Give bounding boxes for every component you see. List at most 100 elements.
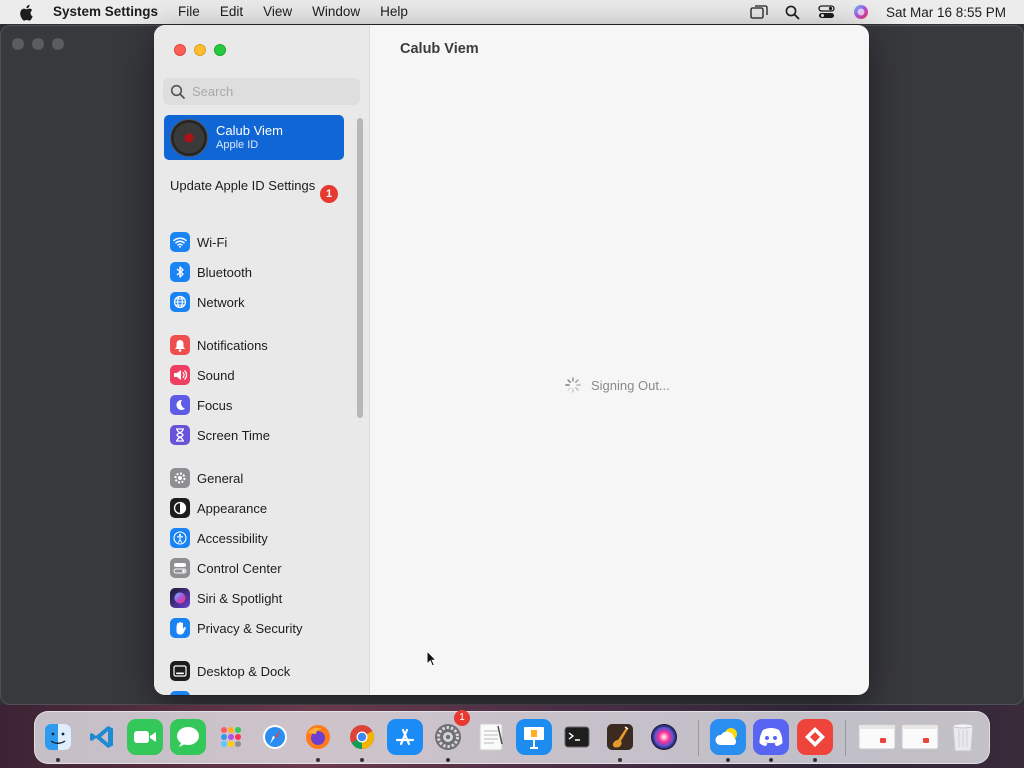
dock-app-keynote[interactable] bbox=[516, 719, 552, 755]
menu-app-name[interactable]: System Settings bbox=[52, 0, 168, 24]
running-indicator bbox=[769, 758, 773, 762]
dock-app-launchpad[interactable] bbox=[213, 719, 249, 755]
spinner-icon bbox=[564, 376, 582, 394]
sidebar-item-siri-spotlight[interactable]: Siri & Spotlight bbox=[170, 586, 350, 610]
window-thumbnail-icon bbox=[901, 722, 939, 752]
sidebar-item-sound[interactable]: Sound bbox=[170, 363, 350, 387]
sidebar-item-wifi[interactable]: Wi-Fi bbox=[170, 230, 350, 254]
dock-app-window-thumbnail[interactable] bbox=[900, 719, 940, 755]
dock: 1 bbox=[34, 710, 990, 764]
accessibility-icon bbox=[170, 528, 190, 548]
background-minimize-button[interactable] bbox=[32, 38, 44, 50]
dock-app-garageband[interactable] bbox=[602, 719, 638, 755]
screen-mirroring-icon[interactable] bbox=[742, 0, 776, 24]
dock-app-anydesk[interactable] bbox=[797, 719, 833, 755]
sidebar-item-label: Network bbox=[197, 294, 245, 310]
sidebar-item-screen-time[interactable]: Screen Time bbox=[170, 423, 350, 447]
update-apple-id-settings[interactable]: Update Apple ID Settings bbox=[170, 178, 345, 194]
dock-app-firefox[interactable] bbox=[300, 719, 336, 755]
apple-menu-icon[interactable] bbox=[0, 0, 52, 24]
sidebar-item-label: Siri & Spotlight bbox=[197, 590, 283, 606]
menu-bar: System Settings File Edit View Window He… bbox=[0, 0, 1024, 24]
search-icon bbox=[170, 84, 186, 100]
garageband-icon bbox=[606, 723, 634, 751]
hand-icon bbox=[170, 618, 190, 638]
sidebar-item-focus[interactable]: Focus bbox=[170, 393, 350, 417]
running-indicator bbox=[618, 758, 622, 762]
dock-app-chrome[interactable] bbox=[344, 719, 380, 755]
dock-separator bbox=[845, 720, 846, 756]
sidebar-item-appearance[interactable]: Appearance bbox=[170, 496, 350, 520]
update-badge: 1 bbox=[320, 185, 338, 203]
running-indicator bbox=[56, 758, 60, 762]
textedit-icon bbox=[477, 722, 505, 752]
sidebar-item-desktop-dock[interactable]: Desktop & Dock bbox=[170, 659, 350, 683]
page-title: Calub Viem bbox=[400, 41, 479, 57]
menu-window[interactable]: Window bbox=[302, 0, 370, 24]
speaker-icon bbox=[170, 365, 190, 385]
sidebar-item-label: Bluetooth bbox=[197, 264, 252, 280]
dock-app-discord[interactable] bbox=[753, 719, 789, 755]
anydesk-icon bbox=[802, 724, 828, 750]
dock-app-siri[interactable] bbox=[646, 719, 682, 755]
sidebar-item-label: Focus bbox=[197, 397, 233, 413]
dock-app-messages[interactable] bbox=[170, 719, 206, 755]
dock-app-finder[interactable] bbox=[40, 719, 76, 755]
settings-icon bbox=[433, 722, 463, 752]
sidebar-item-network[interactable]: Network bbox=[170, 290, 350, 314]
account-subtitle: Apple ID bbox=[216, 139, 259, 151]
dock-app-trash[interactable] bbox=[945, 719, 981, 755]
sidebar-item-label: Screen Time bbox=[197, 427, 270, 443]
search-placeholder: Search bbox=[192, 84, 234, 99]
keynote-icon bbox=[520, 723, 548, 751]
close-button[interactable] bbox=[174, 44, 186, 56]
discord-icon bbox=[758, 727, 784, 747]
sidebar-item-privacy-security[interactable]: Privacy & Security bbox=[170, 616, 350, 640]
zoom-button[interactable] bbox=[214, 44, 226, 56]
menu-edit[interactable]: Edit bbox=[210, 0, 253, 24]
mouse-cursor-icon bbox=[426, 649, 438, 673]
menu-help[interactable]: Help bbox=[370, 0, 418, 24]
dock-app-facetime[interactable] bbox=[127, 719, 163, 755]
sidebar-item-label: Notifications bbox=[197, 337, 268, 353]
menu-clock[interactable]: Sat Mar 16 8:55 PM bbox=[878, 5, 1024, 20]
dock-app-weather[interactable] bbox=[710, 719, 746, 755]
account-name: Calub Viem bbox=[216, 123, 283, 138]
search-field[interactable]: Search bbox=[163, 78, 360, 105]
dock-icon bbox=[170, 661, 190, 681]
spotlight-search-icon[interactable] bbox=[776, 0, 810, 24]
sidebar-item-bluetooth[interactable]: Bluetooth bbox=[170, 260, 350, 284]
background-zoom-button[interactable] bbox=[52, 38, 64, 50]
bell-icon bbox=[170, 335, 190, 355]
sidebar-item-notifications[interactable]: Notifications bbox=[170, 333, 350, 357]
apple-id-account[interactable]: Calub Viem Apple ID bbox=[164, 115, 344, 160]
sidebar-item-general[interactable]: General bbox=[170, 466, 350, 490]
sidebar-item-control-center[interactable]: Control Center bbox=[170, 556, 350, 580]
dock-app-textedit[interactable] bbox=[473, 719, 509, 755]
sidebar-item-partial[interactable] bbox=[170, 689, 350, 695]
dock-app-terminal[interactable] bbox=[559, 719, 595, 755]
sidebar-item-label: Wi-Fi bbox=[197, 234, 228, 250]
display-icon bbox=[170, 691, 190, 695]
dock-app-appstore[interactable] bbox=[387, 719, 423, 755]
control-center-icon[interactable] bbox=[810, 0, 844, 24]
appstore-icon bbox=[393, 725, 417, 749]
menu-file[interactable]: File bbox=[168, 0, 210, 24]
gear-icon bbox=[170, 468, 190, 488]
minimize-button[interactable] bbox=[194, 44, 206, 56]
sidebar-scrollbar[interactable] bbox=[357, 118, 363, 418]
trash-icon bbox=[950, 721, 976, 753]
sidebar-item-accessibility[interactable]: Accessibility bbox=[170, 526, 350, 550]
avatar bbox=[170, 118, 208, 157]
menu-view[interactable]: View bbox=[253, 0, 302, 24]
background-close-button[interactable] bbox=[12, 38, 24, 50]
messages-icon bbox=[175, 725, 201, 749]
chrome-icon bbox=[348, 723, 376, 751]
dock-app-vscode[interactable] bbox=[84, 719, 120, 755]
dock-app-window-thumbnail[interactable] bbox=[857, 719, 897, 755]
running-indicator bbox=[316, 758, 320, 762]
siri-menu-icon[interactable] bbox=[844, 0, 878, 24]
dock-app-safari[interactable] bbox=[257, 719, 293, 755]
dock-badge: 1 bbox=[454, 710, 470, 726]
sidebar-item-label: Sound bbox=[197, 367, 235, 383]
